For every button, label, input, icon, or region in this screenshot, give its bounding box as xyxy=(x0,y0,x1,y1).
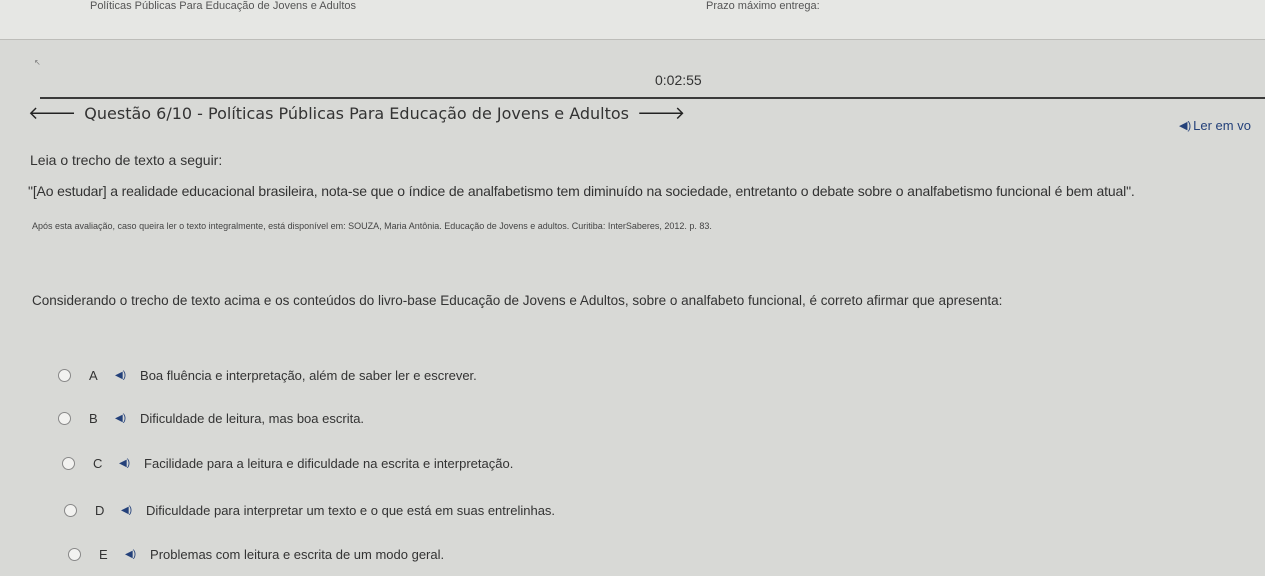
option-letter: E xyxy=(99,547,108,562)
option-text: Problemas com leitura e escrita de um mo… xyxy=(150,547,445,562)
question-intro: Leia o trecho de texto a seguir: xyxy=(30,152,223,168)
arrow-left-icon[interactable]: 🡐 xyxy=(28,103,76,124)
header-divider xyxy=(40,97,1265,99)
option-a[interactable]: A ◀︎) Boa fluência e interpretação, além… xyxy=(58,368,477,383)
option-text: Dificuldade para interpretar um texto e … xyxy=(146,503,556,518)
option-letter: D xyxy=(95,503,105,518)
speaker-icon[interactable]: ◀︎) xyxy=(119,458,130,469)
option-e[interactable]: E ◀︎) Problemas com leitura e escrita de… xyxy=(68,547,444,562)
read-aloud-button[interactable]: ◀︎) Ler em vo xyxy=(1179,118,1251,133)
option-text: Dificuldade de leitura, mas boa escrita. xyxy=(140,411,365,426)
radio-button[interactable] xyxy=(64,504,77,517)
option-letter: B xyxy=(89,411,98,426)
question-header: 🡐 Questão 6/10 - Políticas Públicas Para… xyxy=(28,101,685,125)
option-text: Boa fluência e interpretação, além de sa… xyxy=(140,368,477,383)
arrow-right-icon[interactable]: 🡒 xyxy=(637,103,685,124)
radio-button[interactable] xyxy=(58,412,71,425)
question-title: Questão 6/10 - Políticas Públicas Para E… xyxy=(84,103,629,123)
option-d[interactable]: D ◀︎) Dificuldade para interpretar um te… xyxy=(64,503,555,518)
option-letter: A xyxy=(89,368,98,383)
speaker-icon[interactable]: ◀︎) xyxy=(125,549,136,560)
question-quote: "[Ao estudar] a realidade educacional br… xyxy=(28,183,1135,199)
countdown-timer: 0:02:55 xyxy=(655,72,702,88)
radio-button[interactable] xyxy=(58,369,71,382)
option-c[interactable]: C ◀︎) Facilidade para a leitura e dificu… xyxy=(62,456,513,471)
speaker-icon[interactable]: ◀︎) xyxy=(115,370,126,381)
pointer-icon: ↖ xyxy=(34,58,41,67)
course-title: Políticas Públicas Para Educação de Jove… xyxy=(90,0,356,12)
top-bar: Políticas Públicas Para Educação de Jove… xyxy=(0,0,1265,40)
speaker-icon[interactable]: ◀︎) xyxy=(121,505,132,516)
option-b[interactable]: B ◀︎) Dificuldade de leitura, mas boa es… xyxy=(58,411,364,426)
question-prompt: Considerando o trecho de texto acima e o… xyxy=(32,293,1003,308)
option-text: Facilidade para a leitura e dificuldade … xyxy=(144,456,514,471)
speaker-icon[interactable]: ◀︎) xyxy=(115,413,126,424)
speaker-icon: ◀︎) xyxy=(1179,120,1192,132)
radio-button[interactable] xyxy=(68,548,81,561)
radio-button[interactable] xyxy=(62,457,75,470)
read-aloud-label: Ler em vo xyxy=(1193,118,1251,133)
deadline-label: Prazo máximo entrega: xyxy=(706,0,820,12)
quote-source: Após esta avaliação, caso queira ler o t… xyxy=(32,221,712,231)
option-letter: C xyxy=(93,456,103,471)
